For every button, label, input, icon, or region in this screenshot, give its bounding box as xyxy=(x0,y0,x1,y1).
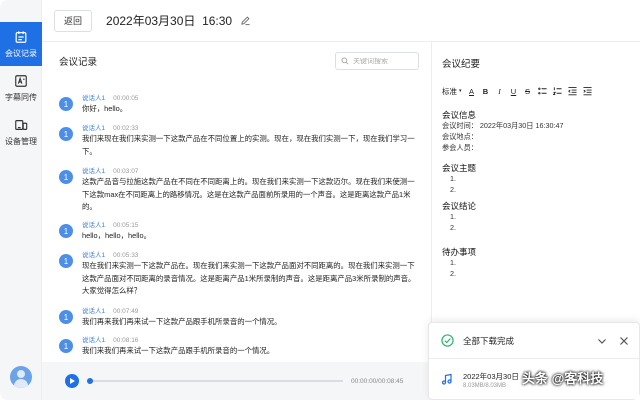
underline-button[interactable]: U xyxy=(510,85,518,97)
speaker-avatar: 1 xyxy=(59,339,73,353)
search-icon xyxy=(341,57,349,65)
indent-icon[interactable] xyxy=(582,85,592,97)
speaker-avatar: 1 xyxy=(59,97,73,111)
style-select[interactable]: 标准 ▾ xyxy=(442,85,462,97)
message-text: 我们来我们再来试一下这款产品跟手机所录音的一个情况。 xyxy=(82,346,275,355)
section-title-info: 会议信息 xyxy=(442,110,477,120)
sidebar-item-label: 字幕同传 xyxy=(5,92,37,102)
info-line-time: 会议时间： 2022年03月30日 16:30:47 xyxy=(442,121,564,130)
sidebar-item-subtitle[interactable]: 字幕同传 xyxy=(0,66,42,110)
strikethrough-button[interactable]: S xyxy=(524,85,532,97)
timestamp[interactable]: 00:05:15 xyxy=(113,222,138,229)
message-text: 你好，hello。 xyxy=(82,104,128,113)
file-name[interactable]: 2022年03月30日 xyxy=(463,371,519,382)
outdent-icon[interactable] xyxy=(567,85,577,97)
check-circle-icon xyxy=(441,334,454,347)
app-window: 会议记录 字幕同传 设备管理 返回 2022年03月30日 16:30 会议记录 xyxy=(0,0,640,400)
message-meta: 说话人1 00:05:33 xyxy=(82,249,138,259)
sidebar: 会议记录 字幕同传 设备管理 xyxy=(0,0,42,400)
message-meta: 说话人1 00:05:15 xyxy=(82,219,138,229)
message-text: 我们再来我们再来试一下这款产品跟手机所录音的一个情况。 xyxy=(82,317,282,326)
sidebar-item-devices[interactable]: 设备管理 xyxy=(0,110,42,154)
back-button[interactable]: 返回 xyxy=(54,9,93,32)
header: 返回 2022年03月30日 16:30 xyxy=(42,0,640,42)
timestamp[interactable]: 00:02:33 xyxy=(113,125,138,132)
play-button[interactable] xyxy=(65,374,79,388)
file-size: 8.03MB/8.03MB xyxy=(463,383,507,389)
minutes-title: 会议纪要 xyxy=(442,59,481,70)
speaker-name[interactable]: 说话人1 xyxy=(82,95,105,102)
timestamp[interactable]: 00:05:33 xyxy=(113,252,138,259)
info-line-attendees: 参会人员： xyxy=(442,143,478,152)
editor-toolbar: 标准 ▾ A B I U S xyxy=(442,84,630,98)
toast-header: 全部下载完成 xyxy=(429,323,639,359)
message-meta: 说话人1 00:03:07 xyxy=(82,165,138,175)
section-title-topic: 会议主题 xyxy=(442,163,477,173)
info-line-location: 会议地点： xyxy=(442,132,478,141)
message-text: 现在我们来实测一下这款产品在。现在我们来实测一下这款产品面对不同距离的。现在我们… xyxy=(82,261,416,295)
message-text: 我们来现在我们来实测一下这款产品在不同位置上的实测。现在，现在我们实测一下，现在… xyxy=(82,134,415,156)
avatar[interactable] xyxy=(10,366,32,388)
list-number: 1. xyxy=(450,174,456,183)
speaker-avatar: 1 xyxy=(59,310,73,324)
devices-icon xyxy=(15,119,28,130)
chevron-down-icon[interactable] xyxy=(597,336,607,346)
sidebar-item-meeting-record[interactable]: 会议记录 xyxy=(0,22,42,66)
timestamp[interactable]: 00:03:07 xyxy=(113,168,138,175)
italic-button[interactable]: I xyxy=(496,85,504,97)
section-title-todo: 待办事项 xyxy=(442,247,477,257)
sidebar-item-label: 会议记录 xyxy=(5,48,37,58)
toast-title: 全部下载完成 xyxy=(463,335,515,346)
message-meta: 说话人1 00:08:16 xyxy=(82,334,138,344)
speaker-name[interactable]: 说话人1 xyxy=(82,222,105,229)
section-title-conclusion: 会议结论 xyxy=(442,201,477,211)
list-number: 1. xyxy=(450,258,456,267)
speaker-avatar: 1 xyxy=(59,224,73,238)
bulleted-list-icon[interactable] xyxy=(537,85,547,97)
timestamp[interactable]: 00:08:16 xyxy=(113,337,138,344)
page-title: 2022年03月30日 16:30 xyxy=(106,14,233,28)
sidebar-item-label: 设备管理 xyxy=(5,136,37,146)
audio-player: 00:00:00/00:08:45 xyxy=(42,362,432,400)
speaker-name[interactable]: 说话人1 xyxy=(82,252,105,259)
download-toast: 全部下载完成 2022年03月30日 8.03MB/8.03MB xyxy=(428,322,640,400)
message-text: hello，hello，hello。 xyxy=(82,231,152,240)
message-text: 这款产品音与拉施这款产品在不同在不同距离上的。现在我们来实测一下这款迈尔。现在我… xyxy=(82,177,415,211)
speaker-name[interactable]: 说话人1 xyxy=(82,337,105,344)
watermark: 头条 @客科技 xyxy=(522,371,604,386)
timestamp[interactable]: 00:07:49 xyxy=(113,308,138,315)
search-input[interactable] xyxy=(353,57,417,65)
close-icon[interactable] xyxy=(619,336,629,346)
record-title: 会议记录 xyxy=(59,57,98,68)
style-label: 标准 xyxy=(442,86,457,96)
timestamp[interactable]: 00:00:05 xyxy=(113,95,138,102)
list-number: 1. xyxy=(450,212,456,221)
list-number: 2. xyxy=(450,269,456,278)
message-meta: 说话人1 00:02:33 xyxy=(82,122,138,132)
music-file-icon xyxy=(441,373,452,385)
speaker-avatar: 1 xyxy=(59,170,73,184)
font-color-button[interactable]: A xyxy=(468,85,476,97)
edit-icon[interactable] xyxy=(240,15,251,26)
search-box[interactable] xyxy=(335,52,419,70)
speaker-avatar: 1 xyxy=(59,127,73,141)
bold-button[interactable]: B xyxy=(482,85,490,97)
message-meta: 说话人1 00:00:05 xyxy=(82,92,138,102)
message-meta: 说话人1 00:07:49 xyxy=(82,305,138,315)
calendar-icon xyxy=(15,30,27,43)
list-number: 2. xyxy=(450,223,456,232)
list-number: 2. xyxy=(450,185,456,194)
speaker-name[interactable]: 说话人1 xyxy=(82,168,105,175)
progress-handle[interactable] xyxy=(87,378,93,384)
record-panel: 会议记录 1 说话人1 00:00:05 你好，hello。 1 说话人1 00:0… xyxy=(42,42,432,400)
progress-bar[interactable] xyxy=(87,378,343,384)
playback-time: 00:00:00/00:08:45 xyxy=(351,377,404,385)
speaker-name[interactable]: 说话人1 xyxy=(82,308,105,315)
speaker-avatar: 1 xyxy=(59,254,73,268)
translate-icon xyxy=(15,74,27,87)
numbered-list-icon[interactable] xyxy=(552,85,562,97)
speaker-name[interactable]: 说话人1 xyxy=(82,125,105,132)
